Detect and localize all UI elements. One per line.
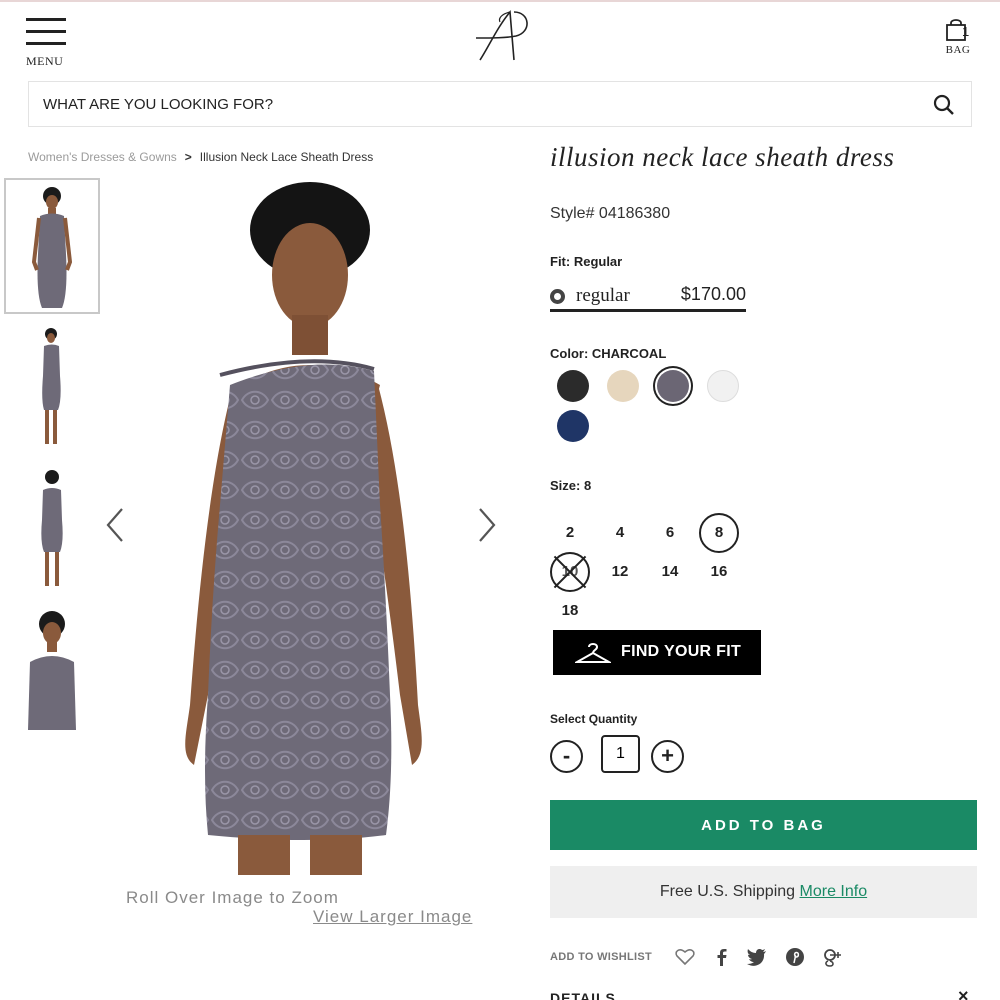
shipping-more-info-link[interactable]: More Info <box>800 883 868 900</box>
bag-button[interactable]: 1 BAG <box>936 18 980 56</box>
size-option-10[interactable]: 10 <box>550 552 590 592</box>
view-larger-image-link[interactable]: View Larger Image <box>313 907 472 927</box>
hanger-icon <box>575 643 611 663</box>
breadcrumb-current: Illusion Neck Lace Sheath Dress <box>199 150 374 164</box>
product-main-image[interactable] <box>150 175 450 875</box>
find-your-fit-button[interactable]: FIND YOUR FIT <box>553 630 761 675</box>
breadcrumb-link-category[interactable]: Women's Dresses & Gowns <box>28 150 177 164</box>
thumbnail-side[interactable] <box>4 320 100 456</box>
model-side-thumbnail-image <box>42 328 61 444</box>
size-option-4[interactable]: 4 <box>600 513 640 553</box>
model-detail-thumbnail-image <box>28 611 76 730</box>
previous-image-arrow-icon[interactable] <box>102 505 128 545</box>
model-front-thumbnail-image <box>31 187 73 308</box>
add-to-wishlist-link[interactable]: ADD TO WISHLIST <box>550 951 652 963</box>
quantity-decrease-button[interactable]: - <box>550 740 583 773</box>
next-image-arrow-icon[interactable] <box>474 505 500 545</box>
size-label: Size: 8 <box>550 478 592 493</box>
breadcrumb: Women's Dresses & Gowns > Illusion Neck La… <box>28 150 373 164</box>
search-icon[interactable] <box>933 94 955 116</box>
shipping-text: Free U.S. Shipping <box>659 883 796 900</box>
color-swatch-black[interactable] <box>557 370 589 402</box>
fit-option-regular[interactable]: regular $170.00 <box>550 284 746 312</box>
heart-icon[interactable] <box>674 946 696 968</box>
thumbnail-front[interactable] <box>4 178 100 314</box>
quantity-increase-button[interactable]: + <box>651 740 684 773</box>
style-number: Style# 04186380 <box>550 205 671 222</box>
quantity-label: Select Quantity <box>550 712 638 726</box>
size-option-18[interactable]: 18 <box>550 591 590 631</box>
menu-label: MENU <box>26 54 64 68</box>
bag-count: 1 <box>962 24 970 39</box>
color-swatch-navy[interactable] <box>557 410 589 442</box>
radio-selected-icon <box>550 289 565 304</box>
twitter-icon[interactable] <box>746 946 768 968</box>
thumbnail-back[interactable] <box>4 462 100 598</box>
size-option-14[interactable]: 14 <box>650 552 690 592</box>
details-section-header[interactable]: DETAILS <box>550 990 616 1000</box>
product-price: $170.00 <box>680 284 746 304</box>
color-swatch-charcoal[interactable] <box>657 370 689 402</box>
shipping-banner: Free U.S. Shipping More Info <box>550 866 977 918</box>
top-border <box>0 0 1000 2</box>
brand-logo[interactable] <box>470 8 532 64</box>
color-swatch-white[interactable] <box>707 370 739 402</box>
add-to-bag-button[interactable]: ADD TO BAG <box>550 800 977 850</box>
hamburger-bar <box>26 42 66 45</box>
find-your-fit-label: FIND YOUR FIT <box>621 643 742 660</box>
menu-button[interactable]: MENU <box>26 18 68 69</box>
color-label: Color: CHARCOAL <box>550 346 667 361</box>
size-option-6[interactable]: 6 <box>650 513 690 553</box>
breadcrumb-separator: > <box>184 150 192 164</box>
facebook-icon[interactable] <box>710 946 732 968</box>
size-option-2[interactable]: 2 <box>550 513 590 553</box>
search-bar <box>28 81 972 127</box>
size-option-8[interactable]: 8 <box>699 513 739 553</box>
color-swatch-champagne[interactable] <box>607 370 639 402</box>
quantity-input[interactable] <box>601 735 640 773</box>
zoom-hint: Roll Over Image to Zoom <box>126 888 339 907</box>
bag-label: BAG <box>945 44 971 56</box>
details-toggle-icon[interactable]: × <box>958 986 969 1000</box>
google-plus-icon[interactable] <box>822 946 844 968</box>
fit-label: Fit: Regular <box>550 254 623 269</box>
hamburger-icon <box>26 18 66 21</box>
thumbnail-detail[interactable] <box>4 600 100 736</box>
size-option-16[interactable]: 16 <box>699 552 739 592</box>
search-input[interactable] <box>29 82 909 126</box>
model-back-thumbnail-image <box>41 470 63 586</box>
pinterest-icon[interactable] <box>784 946 806 968</box>
product-title: illusion neck lace sheath dress <box>550 142 895 172</box>
fit-option-name: regular <box>576 285 630 306</box>
size-option-12[interactable]: 12 <box>600 552 640 592</box>
hamburger-bar <box>26 30 66 33</box>
